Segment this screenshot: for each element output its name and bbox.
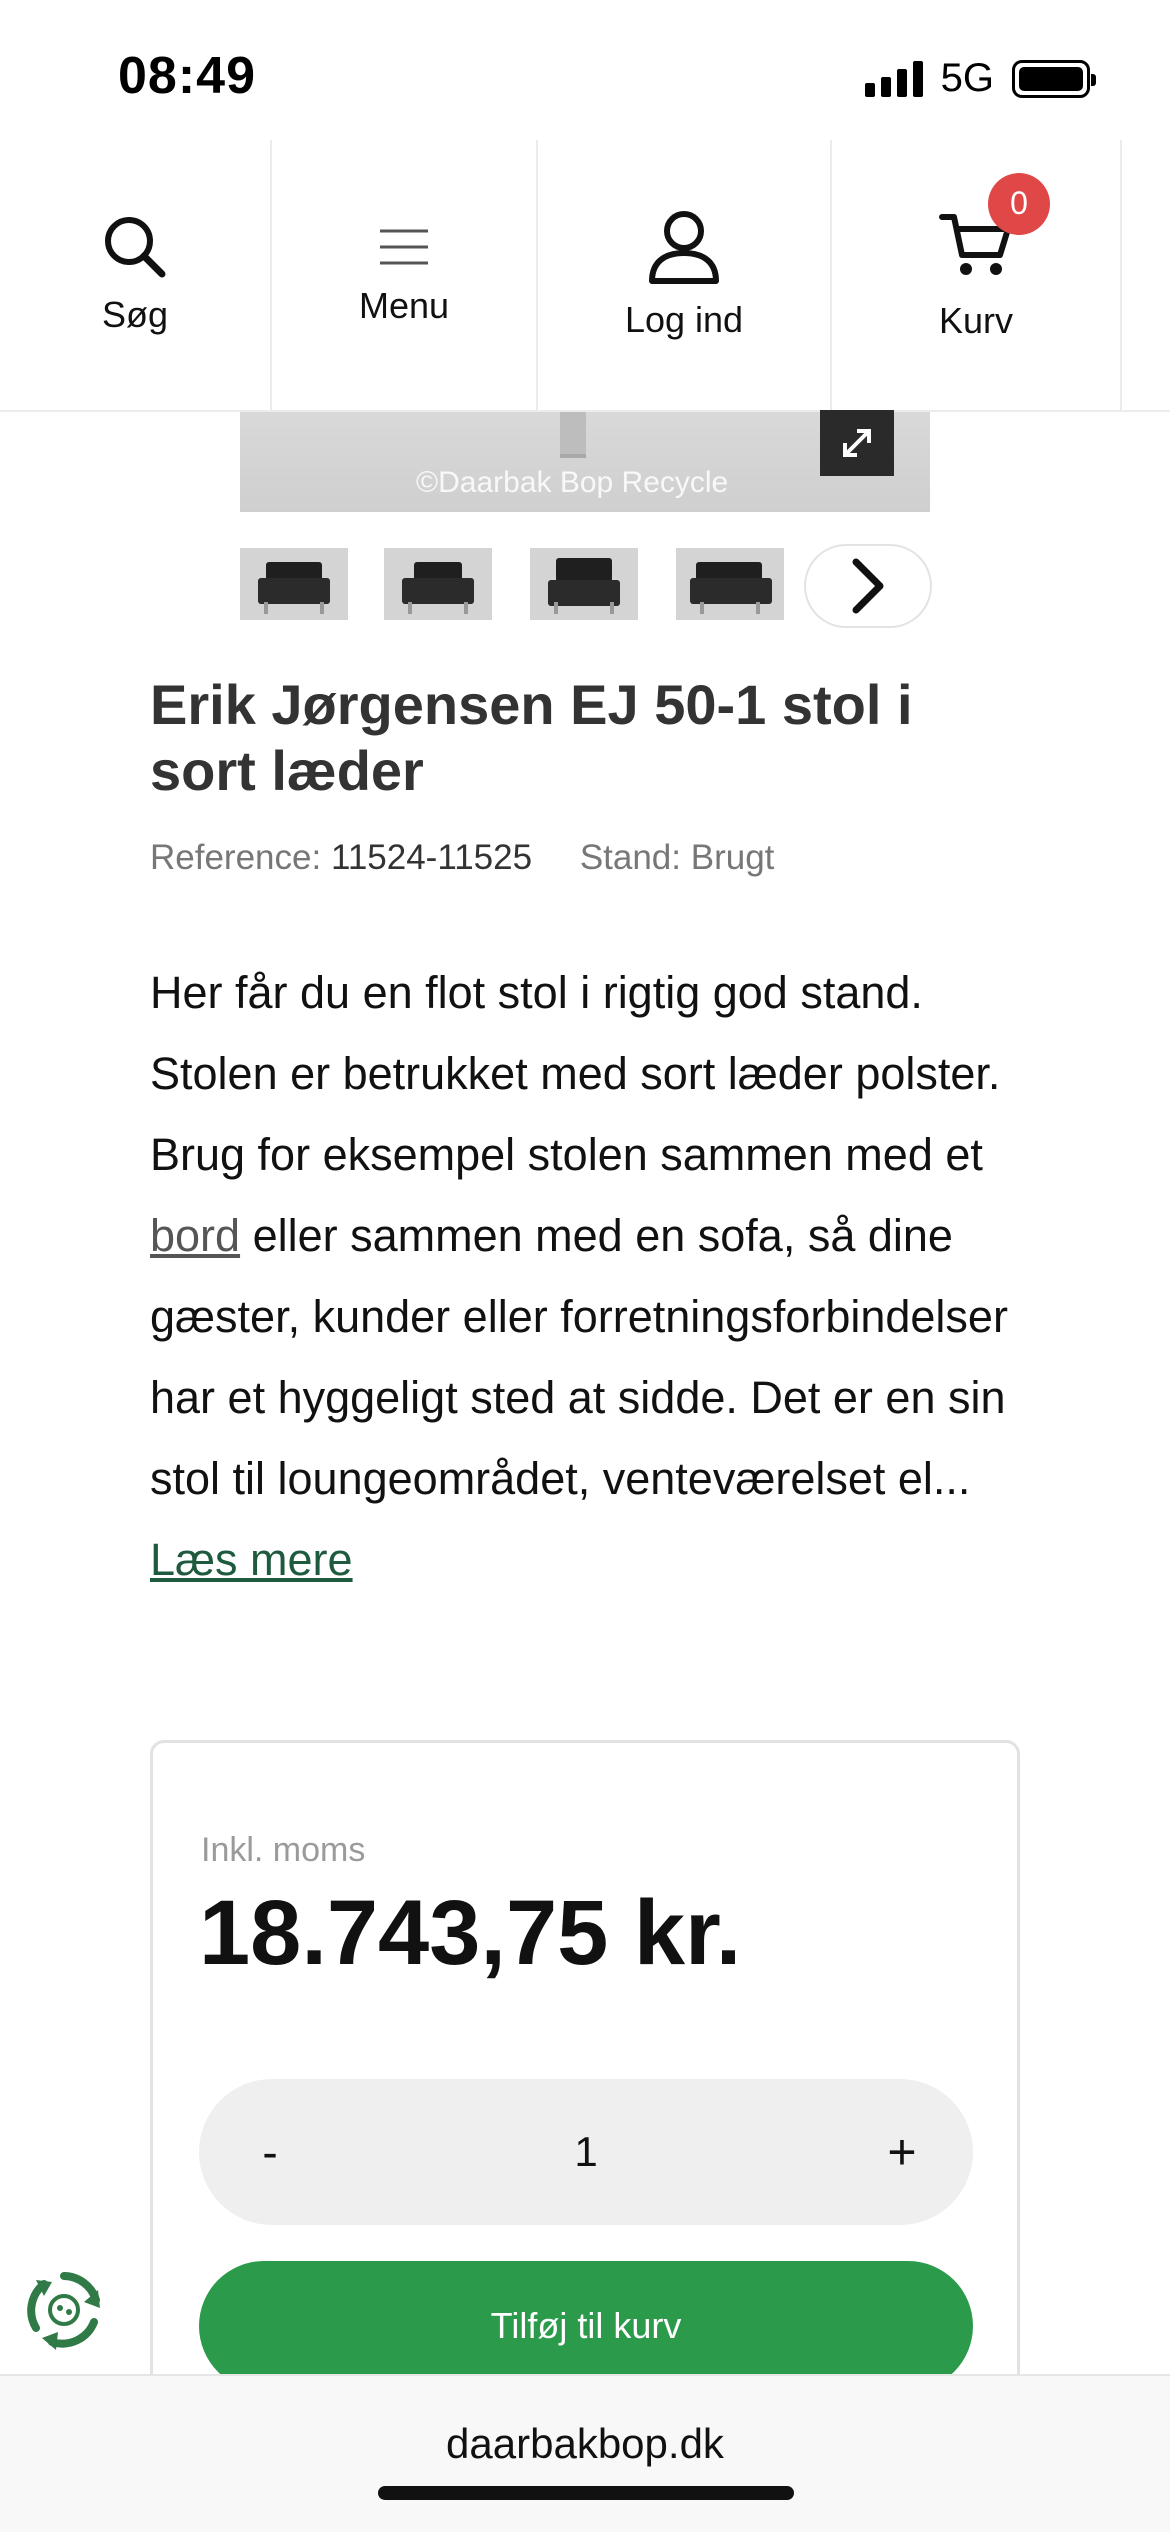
cart-icon-wrap: 0 [938, 172, 1050, 286]
recycle-icon [27, 2272, 100, 2350]
thumbnail-3[interactable] [530, 548, 638, 620]
description-text-1: Her får du en flot stol i rigtig god sta… [150, 967, 1001, 1180]
chevron-right-icon [852, 558, 884, 614]
condition-text: Stand: Brugt [579, 838, 775, 877]
product-price: 18.743,75 kr. [199, 1882, 742, 1984]
product-meta: Reference: 11524-11525 Stand: Brugt [150, 838, 774, 878]
quantity-decrease-button[interactable]: - [225, 2079, 315, 2225]
hamburger-icon [380, 229, 428, 265]
home-indicator[interactable] [378, 2486, 794, 2500]
user-icon [649, 211, 719, 284]
nav-menu-button[interactable]: Menu [272, 140, 538, 410]
product-title: Erik Jørgensen EJ 50-1 stol i sort læder [150, 673, 913, 802]
nav-login-button[interactable]: Log ind [538, 140, 832, 410]
thumbnail-4[interactable] [676, 548, 784, 620]
reference-value: 11524-11525 [330, 838, 533, 877]
nav-search-button[interactable]: Søg [0, 140, 272, 410]
status-bar: 08:49 5G [0, 0, 1170, 140]
image-watermark: ©Daarbak Bop Recycle [416, 466, 729, 499]
nav-cart-label: Kurv [938, 299, 1014, 341]
thumbnail-next-button[interactable] [806, 546, 930, 626]
browser-url-bar[interactable]: daarbakbop.dk [0, 2374, 1170, 2532]
url-text: daarbakbop.dk [446, 2420, 724, 2467]
chair-leg-detail [560, 412, 586, 458]
status-indicators: 5G [864, 56, 1096, 101]
thumbnail-2[interactable] [384, 548, 492, 620]
read-more-link[interactable]: Læs mere [150, 1534, 353, 1585]
nav-login-label: Log ind [624, 299, 744, 340]
nav-menu-label: Menu [358, 285, 450, 326]
quantity-increase-button[interactable]: + [857, 2079, 947, 2225]
battery-icon [1012, 59, 1096, 98]
description-text-2: eller sammen med en sofa, så dine gæster… [150, 1210, 1008, 1504]
quantity-stepper: 1 - + [199, 2079, 973, 2225]
recycle-widget-button[interactable] [18, 2264, 110, 2356]
top-nav: Søg Menu Log ind 0 Kurv [0, 140, 1170, 412]
signal-icon [864, 60, 923, 97]
nav-search-label: Søg [101, 294, 169, 335]
product-description: Her får du en flot stol i rigtig god sta… [150, 952, 1030, 1600]
expand-image-button[interactable] [820, 410, 894, 476]
status-time: 08:49 [118, 47, 256, 105]
add-to-cart-button[interactable]: Tilføj til kurv [199, 2261, 973, 2391]
expand-icon [843, 429, 871, 457]
search-icon [105, 217, 166, 278]
purchase-box: Inkl. moms 18.743,75 kr. 1 - + Tilføj ti… [150, 1740, 1020, 2440]
thumbnail-1[interactable] [240, 548, 348, 620]
nav-cart-button[interactable]: 0 Kurv [832, 140, 1122, 410]
cart-count-badge: 0 [988, 172, 1050, 235]
vat-label: Inkl. moms [201, 1831, 366, 1869]
description-link-bord[interactable]: bord [150, 1210, 240, 1261]
network-type: 5G [940, 56, 994, 100]
reference-label: Reference: [150, 838, 322, 877]
